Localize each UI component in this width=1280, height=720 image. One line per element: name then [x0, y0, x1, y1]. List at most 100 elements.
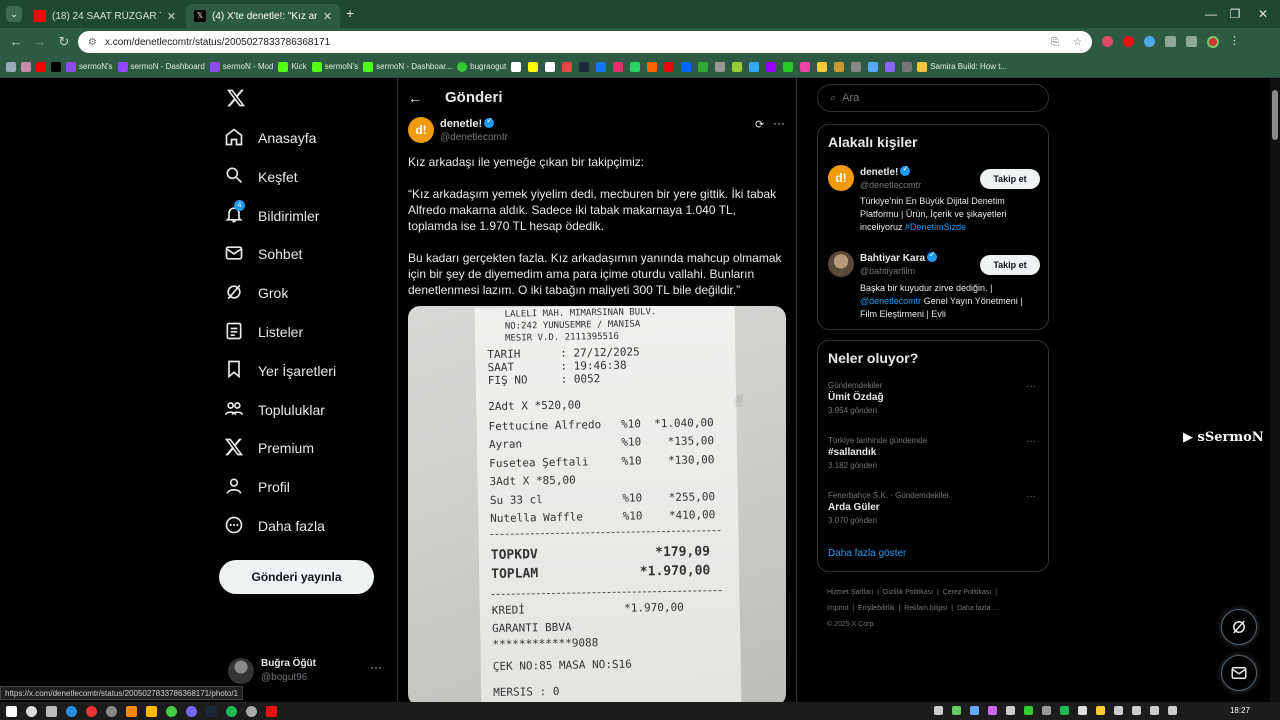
- more-dots-icon[interactable]: ···: [1026, 491, 1036, 502]
- nav-item-2[interactable]: Keşfet: [224, 162, 298, 192]
- app-icon[interactable]: [146, 705, 157, 717]
- bookmark-icon[interactable]: [732, 61, 743, 72]
- close-tab-icon[interactable]: ✕: [323, 10, 332, 23]
- person-name[interactable]: denetle!: [860, 164, 911, 178]
- browser-tab-x[interactable]: 𝕏 (4) X'te denetle!: "Kız arkadaşı ✕: [186, 4, 340, 28]
- post-photo[interactable]: LALELI MAH. MIMARSINAN BULV. NO:242 YUNUS…: [408, 306, 786, 702]
- tray-icon[interactable]: [1024, 706, 1033, 715]
- bookmark-icon[interactable]: [851, 61, 862, 72]
- bookmark-icon[interactable]: [800, 61, 811, 72]
- chrome-icon[interactable]: [166, 705, 177, 717]
- grok-float-button[interactable]: [1221, 609, 1257, 645]
- bookmark-icon[interactable]: [885, 61, 896, 72]
- nav-item-5[interactable]: Grok: [224, 278, 288, 308]
- more-dots-icon[interactable]: ···: [370, 660, 382, 674]
- nav-item-4[interactable]: Sohbet: [224, 239, 302, 269]
- windows-start-icon[interactable]: [6, 705, 17, 717]
- close-window-button[interactable]: ✕: [1240, 0, 1280, 28]
- bookmark-star-icon[interactable]: ☆: [1073, 37, 1082, 48]
- task-view-icon[interactable]: [46, 705, 57, 717]
- close-tab-icon[interactable]: ✕: [167, 10, 176, 23]
- bookmark-icon[interactable]: [715, 61, 726, 72]
- back-arrow-icon[interactable]: ←: [408, 90, 422, 106]
- app-icon[interactable]: [86, 705, 97, 717]
- app-icon[interactable]: [246, 705, 257, 717]
- trend-item[interactable]: Türkiye tarihinde gündemde #sallandık 3.18…: [828, 436, 1040, 484]
- nav-item-1[interactable]: Anasayfa: [224, 123, 316, 153]
- app-icon[interactable]: [106, 705, 117, 717]
- x-logo[interactable]: [226, 88, 246, 108]
- nav-item-11[interactable]: Daha fazla: [224, 511, 325, 541]
- follow-button[interactable]: Takip et: [980, 255, 1040, 275]
- tray-icon[interactable]: [1096, 706, 1105, 715]
- bookmark-icon[interactable]: [579, 61, 590, 72]
- bookmark-icon[interactable]: [528, 61, 539, 72]
- reload-button[interactable]: ↻: [56, 34, 72, 50]
- app-icon[interactable]: [266, 705, 277, 717]
- mention-link[interactable]: @denetlecomtr: [860, 296, 921, 306]
- trend-item[interactable]: Gündemdekiler Ümit Özdağ 3.954 gönderi ···: [828, 381, 1040, 429]
- more-dots-icon[interactable]: ···: [1026, 436, 1036, 447]
- steam-icon[interactable]: [206, 705, 217, 717]
- avatar[interactable]: d!: [828, 165, 854, 191]
- footer-link[interactable]: Imprint: [827, 605, 848, 612]
- search-icon[interactable]: [26, 705, 37, 717]
- spotify-icon[interactable]: [226, 705, 237, 717]
- app-icon[interactable]: [126, 705, 137, 717]
- hashtag-link[interactable]: #DenetimSizde: [905, 222, 966, 232]
- nav-item-9[interactable]: Premium: [224, 433, 314, 463]
- bookmark-icon[interactable]: [613, 61, 624, 72]
- bookmark-icon[interactable]: [902, 61, 913, 72]
- tray-icon[interactable]: [988, 706, 997, 715]
- tray-icon[interactable]: [1114, 706, 1123, 715]
- bookmark-icon[interactable]: [511, 61, 522, 72]
- nav-item-7[interactable]: Yer İşaretleri: [224, 356, 336, 386]
- grok-icon[interactable]: ⟳: [755, 118, 764, 131]
- post-button[interactable]: Gönderi yayınla: [219, 560, 374, 594]
- bookmark-icon[interactable]: [834, 61, 845, 72]
- messages-float-button[interactable]: [1221, 655, 1257, 691]
- bookmark-icon[interactable]: [868, 61, 879, 72]
- app-icon[interactable]: [186, 705, 197, 717]
- wifi-icon[interactable]: [1150, 706, 1159, 715]
- tray-icon[interactable]: [952, 706, 961, 715]
- bookmark-icon[interactable]: [749, 61, 760, 72]
- nav-item-8[interactable]: Topluluklar: [224, 395, 325, 425]
- bookmark-item[interactable]: Samira Build: How t...: [917, 61, 1007, 72]
- extension-icon[interactable]: [1102, 36, 1113, 47]
- bookmark-icon[interactable]: [647, 61, 658, 72]
- tray-icon[interactable]: [934, 706, 943, 715]
- edge-icon[interactable]: [66, 705, 77, 717]
- apps-icon[interactable]: [6, 61, 16, 72]
- volume-icon[interactable]: [1168, 706, 1177, 715]
- footer-link[interactable]: Hizmet Şartları: [827, 589, 873, 596]
- footer-link[interactable]: Gizlilik Politikası: [883, 589, 933, 596]
- bookmark-item[interactable]: sermoN - Dashboar...: [363, 61, 452, 72]
- search-input[interactable]: ⌕ Ara: [817, 84, 1049, 112]
- nav-item-3[interactable]: 4 Bildirimler: [224, 200, 319, 231]
- trend-item[interactable]: Fenerbahçe S.K. · Gündemdekiler Arda Güle…: [828, 491, 1040, 539]
- tray-icon[interactable]: [1042, 706, 1051, 715]
- follow-button[interactable]: Takip et: [980, 169, 1040, 189]
- tray-icon[interactable]: [1132, 706, 1141, 715]
- browser-tab-youtube[interactable]: (18) 24 SAAT RÜZGAR TÜRBİNİ ✕: [26, 4, 184, 28]
- taskbar-clock[interactable]: 18:27: [1230, 702, 1250, 720]
- show-more-link[interactable]: Daha fazla göster: [828, 548, 906, 559]
- bookmark-icon[interactable]: [596, 61, 607, 72]
- account-switcher[interactable]: Buğra Öğüt @bogut96 ···: [226, 654, 386, 690]
- bookmark-folder[interactable]: [21, 61, 31, 72]
- bookmark-item[interactable]: bugraogut: [457, 61, 506, 72]
- bookmark-item[interactable]: Kick: [278, 61, 307, 72]
- bookmark-icon[interactable]: [817, 61, 828, 72]
- author-name[interactable]: denetle!: [440, 116, 495, 130]
- footer-link[interactable]: Daha fazla ...: [957, 605, 998, 612]
- more-dots-icon[interactable]: ···: [1026, 381, 1036, 392]
- back-button[interactable]: ←: [8, 34, 24, 50]
- menu-icon[interactable]: ⋮: [1229, 36, 1240, 48]
- bookmark-icon[interactable]: [783, 61, 794, 72]
- tray-icon[interactable]: [1078, 706, 1087, 715]
- install-icon[interactable]: ⎘: [1051, 37, 1059, 48]
- extension-icon[interactable]: [1144, 36, 1155, 47]
- puzzle-icon[interactable]: [1165, 36, 1176, 47]
- bookmark-item[interactable]: sermoN - Dashboard: [117, 61, 205, 72]
